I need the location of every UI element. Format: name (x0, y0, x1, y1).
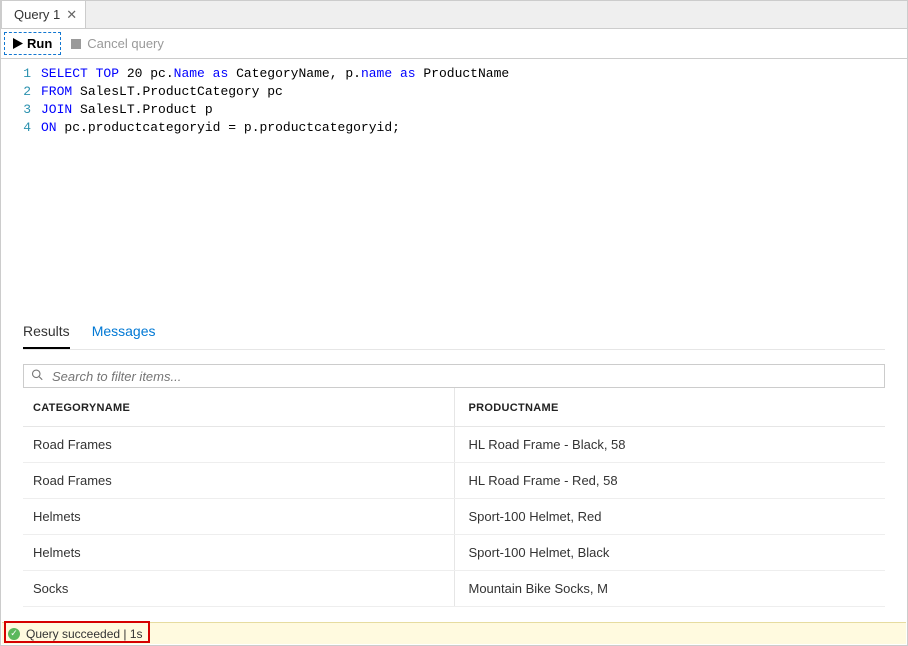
code-area[interactable]: SELECT TOP 20 pc.Name as CategoryName, p… (41, 65, 907, 289)
tab-label: Query 1 (14, 7, 60, 22)
line-number: 3 (1, 101, 31, 119)
line-number: 1 (1, 65, 31, 83)
tab-messages[interactable]: Messages (92, 317, 156, 349)
cell-categoryname: Helmets (23, 499, 454, 535)
grid-header-row: CATEGORYNAME PRODUCTNAME (23, 388, 885, 427)
cell-productname: Mountain Bike Socks, M (454, 571, 885, 607)
results-grid: CATEGORYNAME PRODUCTNAME Road FramesHL R… (23, 388, 885, 607)
tab-bar: Query 1 ✕ (1, 1, 907, 29)
status-text: Query succeeded | 1s (26, 627, 143, 641)
success-icon: ✓ (8, 628, 20, 640)
table-row[interactable]: SocksMountain Bike Socks, M (23, 571, 885, 607)
line-gutter: 1234 (1, 65, 41, 289)
table-row[interactable]: HelmetsSport-100 Helmet, Black (23, 535, 885, 571)
query-toolbar: Run Cancel query (1, 29, 907, 59)
tab-query-1[interactable]: Query 1 ✕ (1, 0, 86, 28)
cell-productname: Sport-100 Helmet, Red (454, 499, 885, 535)
stop-icon (71, 39, 81, 49)
table-row[interactable]: Road FramesHL Road Frame - Red, 58 (23, 463, 885, 499)
cell-productname: HL Road Frame - Black, 58 (454, 427, 885, 463)
code-line[interactable]: FROM SalesLT.ProductCategory pc (41, 83, 907, 101)
filter-input[interactable] (23, 364, 885, 388)
run-label: Run (27, 36, 52, 51)
cell-categoryname: Road Frames (23, 463, 454, 499)
table-row[interactable]: Road FramesHL Road Frame - Black, 58 (23, 427, 885, 463)
run-button[interactable]: Run (4, 32, 61, 55)
play-icon (13, 38, 23, 49)
code-line[interactable]: ON pc.productcategoryid = p.productcateg… (41, 119, 907, 137)
table-row[interactable]: HelmetsSport-100 Helmet, Red (23, 499, 885, 535)
search-icon (31, 369, 43, 384)
col-header-productname[interactable]: PRODUCTNAME (454, 388, 885, 427)
cell-productname: HL Road Frame - Red, 58 (454, 463, 885, 499)
cell-categoryname: Helmets (23, 535, 454, 571)
close-icon[interactable]: ✕ (66, 7, 77, 23)
cell-categoryname: Socks (23, 571, 454, 607)
cell-productname: Sport-100 Helmet, Black (454, 535, 885, 571)
sql-editor[interactable]: 1234 SELECT TOP 20 pc.Name as CategoryNa… (1, 59, 907, 289)
cancel-label: Cancel query (87, 36, 164, 51)
filter-row (23, 364, 885, 388)
col-header-categoryname[interactable]: CATEGORYNAME (23, 388, 454, 427)
tab-results[interactable]: Results (23, 317, 70, 349)
results-panel: Results Messages CATEGORYNAME PRODUCTNAM… (1, 317, 907, 607)
code-line[interactable]: JOIN SalesLT.Product p (41, 101, 907, 119)
line-number: 2 (1, 83, 31, 101)
line-number: 4 (1, 119, 31, 137)
result-tabs: Results Messages (23, 317, 885, 350)
status-bar: ✓ Query succeeded | 1s (2, 622, 906, 644)
code-line[interactable]: SELECT TOP 20 pc.Name as CategoryName, p… (41, 65, 907, 83)
cancel-query-button: Cancel query (63, 33, 172, 54)
cell-categoryname: Road Frames (23, 427, 454, 463)
